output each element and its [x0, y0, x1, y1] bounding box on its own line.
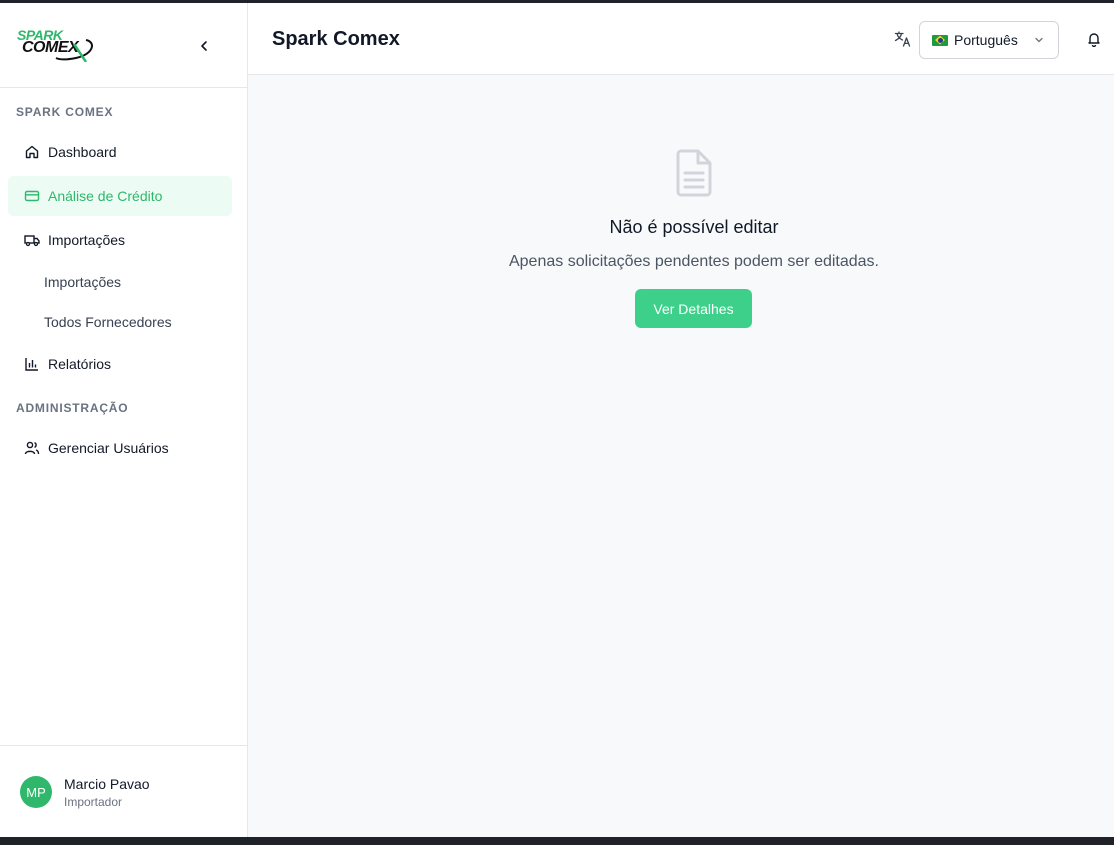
sidebar-item-label: Dashboard [48, 144, 117, 160]
sidebar-item-imports[interactable]: Importações [8, 220, 232, 260]
logo-area: SPARK COMEX [0, 3, 247, 88]
credit-card-icon [24, 188, 40, 204]
main-content: Não é possível editar Apenas solicitaçõe… [248, 75, 1114, 837]
sidebar-item-label: Relatórios [48, 356, 112, 372]
truck-icon [24, 232, 40, 248]
translate-icon [894, 31, 911, 47]
brazil-flag-icon [932, 34, 948, 46]
chevron-left-icon [201, 41, 207, 51]
sidebar-item-label: Gerenciar Usuários [48, 440, 169, 456]
users-icon [24, 440, 40, 456]
bar-chart-icon [24, 356, 40, 372]
sidebar-subitem-all-suppliers[interactable]: Todos Fornecedores [44, 314, 172, 330]
user-role: Importador [64, 795, 123, 809]
document-icon [676, 149, 712, 197]
home-icon [24, 144, 40, 160]
bell-icon[interactable] [1086, 31, 1102, 47]
sidebar-item-label: Análise de Crédito [48, 188, 163, 204]
sidebar-subitem-imports[interactable]: Importações [44, 274, 121, 290]
empty-state-description: Apenas solicitações pendentes podem ser … [508, 253, 879, 270]
empty-state-title: Não é possível editar [609, 217, 779, 237]
user-profile[interactable]: MP Marcio Pavao Importador [0, 745, 248, 837]
language-select[interactable]: Português [919, 21, 1059, 59]
sidebar-item-credit-analysis[interactable]: Análise de Crédito [8, 176, 232, 216]
top-header: Spark Comex Português [248, 3, 1114, 75]
sidebar: SPARK COMEX SPARK COMEX Dashboard Anális… [0, 3, 248, 837]
page-title: Spark Comex [272, 28, 400, 50]
spark-comex-logo[interactable]: SPARK COMEX [16, 28, 98, 62]
logo-swoosh-icon [55, 39, 93, 62]
section-label-main: SPARK COMEX [16, 105, 114, 119]
view-details-button[interactable]: Ver Detalhes [635, 289, 752, 328]
chevron-down-icon [1035, 37, 1043, 43]
language-selected-label: Português [954, 32, 1018, 48]
collapse-sidebar-button[interactable] [192, 34, 216, 58]
sidebar-item-label: Importações [48, 232, 126, 248]
sidebar-item-manage-users[interactable]: Gerenciar Usuários [8, 428, 232, 468]
user-name: Marcio Pavao [64, 776, 150, 792]
avatar: MP [20, 776, 52, 808]
app-window: SPARK COMEX SPARK COMEX Dashboard Anális… [0, 3, 1114, 837]
sidebar-item-reports[interactable]: Relatórios [8, 344, 232, 384]
section-label-admin: ADMINISTRAÇÃO [16, 401, 129, 415]
sidebar-item-dashboard[interactable]: Dashboard [8, 132, 232, 172]
